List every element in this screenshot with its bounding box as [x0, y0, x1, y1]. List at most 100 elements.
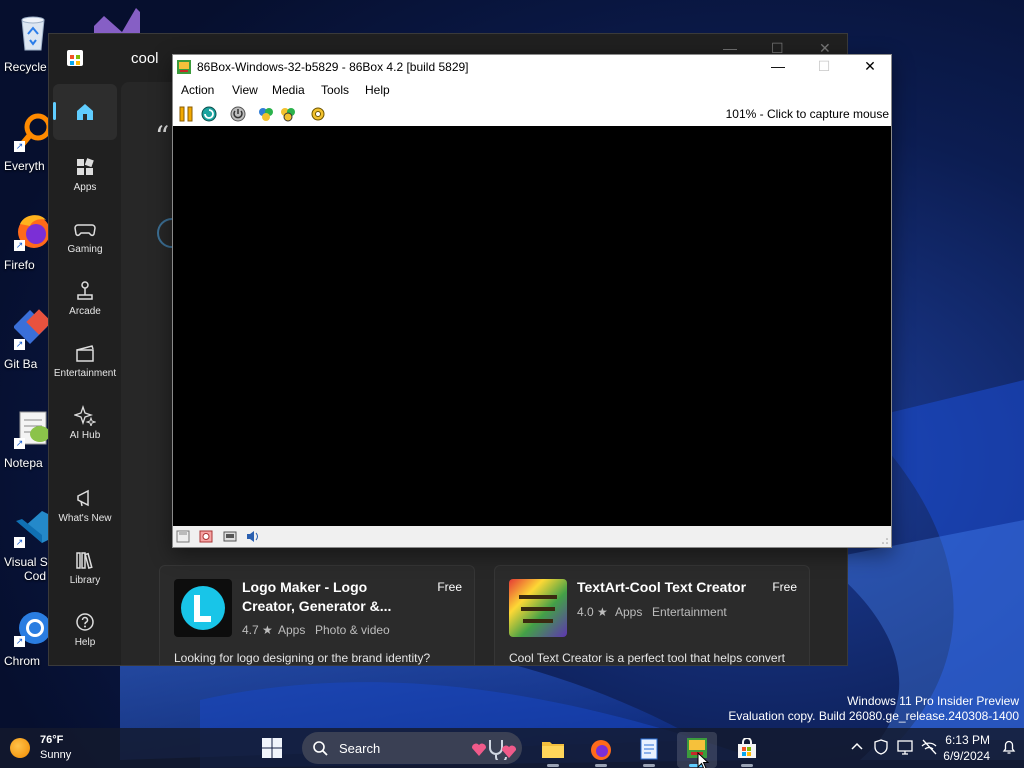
file-explorer-icon — [542, 742, 564, 758]
running-indicator — [741, 764, 753, 767]
store-search-input[interactable]: cool — [131, 50, 159, 67]
weather-condition[interactable]: Sunny — [40, 749, 71, 761]
nav-item-entertainment[interactable]: Entertainment — [53, 336, 117, 392]
ctrl-alt-esc-icon[interactable] — [279, 105, 297, 123]
reset-icon[interactable] — [200, 105, 218, 123]
network-off-icon[interactable] — [920, 738, 938, 756]
app-price[interactable]: Free — [772, 580, 797, 594]
app-subcategory: Photo & video — [315, 623, 390, 637]
sparkle-icon — [74, 404, 96, 426]
app-rating: 4.0 ★ — [577, 605, 608, 619]
close-button[interactable]: ✕ — [847, 55, 893, 79]
watermark-line2: Evaluation copy. Build 26080.ge_release.… — [728, 709, 1019, 723]
nav-item-gaming[interactable]: Gaming — [53, 212, 117, 268]
watermark-line1: Windows 11 Pro Insider Preview — [847, 694, 1019, 708]
menu-tools[interactable]: Tools — [321, 83, 349, 97]
sound-icon[interactable] — [246, 530, 260, 543]
app-name: TextArt-Cool Text Creator — [577, 579, 747, 595]
86box-titlebar[interactable]: 86Box-Windows-32-b5829 - 86Box 4.2 [buil… — [173, 55, 891, 79]
shortcut-arrow-icon: ↗ — [14, 339, 25, 350]
help-icon — [76, 613, 94, 631]
vpn-shield-icon[interactable] — [872, 738, 890, 756]
emulated-display[interactable] — [173, 126, 891, 526]
nav-item-whats-new[interactable]: What's New — [53, 481, 117, 537]
nav-label: What's New — [58, 513, 112, 524]
weather-temperature[interactable]: 76°F — [40, 734, 63, 746]
search-query-quote: “ — [155, 120, 170, 153]
weather-sun-icon[interactable] — [10, 738, 30, 758]
86box-app-icon — [177, 60, 191, 74]
app-subcategory: Entertainment — [652, 605, 727, 619]
cdrom-icon[interactable] — [199, 530, 213, 543]
nav-label: Arcade — [69, 306, 101, 317]
clock-time[interactable]: 6:13 PM — [945, 733, 990, 747]
nav-label: AI Hub — [69, 430, 101, 441]
recycle-bin-icon — [21, 16, 45, 51]
logo-maker-app-icon — [174, 579, 232, 637]
app-category: Apps — [615, 605, 643, 619]
chevron-up-icon[interactable] — [848, 738, 866, 756]
megaphone-icon — [77, 489, 89, 507]
taskbar-microsoft-store[interactable] — [727, 732, 767, 768]
app-card-logo-maker[interactable]: Logo Maker - Logo Creator, Generator &..… — [159, 565, 475, 665]
window-title: 86Box-Windows-32-b5829 - 86Box 4.2 [buil… — [197, 60, 469, 74]
shortcut-arrow-icon: ↗ — [14, 537, 25, 548]
power-icon[interactable] — [229, 105, 247, 123]
microsoft-store-logo-icon — [67, 50, 83, 66]
start-button[interactable] — [262, 738, 282, 758]
taskbar-firefox[interactable] — [581, 732, 621, 768]
shortcut-arrow-icon: ↗ — [14, 141, 25, 152]
menu-media[interactable]: Media — [272, 83, 305, 97]
nav-label: Library — [69, 575, 101, 586]
app-price[interactable]: Free — [437, 580, 462, 594]
network-icon[interactable] — [223, 530, 237, 543]
app-category: Apps — [278, 623, 306, 637]
apps-icon — [77, 158, 94, 175]
search-icon — [313, 741, 328, 756]
home-icon — [77, 104, 93, 120]
menu-action[interactable]: Action — [181, 83, 214, 97]
taskbar: 76°F Sunny Search 6:13 PM 6/9/2024 — [0, 728, 1024, 768]
menu-help[interactable]: Help — [365, 83, 390, 97]
86box-window: 86Box-Windows-32-b5829 - 86Box 4.2 [buil… — [172, 54, 892, 548]
capture-mouse-hint: 101% - Click to capture mouse — [725, 107, 889, 121]
display-icon[interactable] — [896, 738, 914, 756]
minimize-button[interactable]: — — [755, 55, 801, 79]
floppy-icon[interactable] — [176, 530, 190, 543]
library-icon — [76, 552, 93, 569]
taskbar-search[interactable]: Search — [302, 732, 522, 764]
nav-item-home[interactable] — [53, 84, 117, 140]
nav-item-library[interactable]: Library — [53, 543, 117, 599]
settings-icon[interactable] — [309, 105, 327, 123]
resize-grip-icon[interactable] — [881, 537, 889, 545]
visual-studio-icon[interactable] — [92, 6, 142, 34]
microsoft-store-icon — [738, 738, 756, 758]
taskbar-file-explorer[interactable] — [533, 732, 573, 768]
clock-date[interactable]: 6/9/2024 — [943, 749, 990, 763]
pause-icon[interactable] — [177, 105, 195, 123]
app-name: Logo Maker - Logo Creator, Generator &..… — [242, 579, 392, 614]
nav-item-apps[interactable]: Apps — [53, 150, 117, 206]
shortcut-arrow-icon: ↗ — [14, 438, 25, 449]
nav-item-help[interactable]: Help — [53, 605, 117, 661]
shortcut-arrow-icon: ↗ — [14, 240, 25, 251]
nav-label: Apps — [73, 182, 97, 193]
nav-label: Gaming — [67, 244, 103, 255]
running-indicator — [643, 764, 655, 767]
notepad-icon — [640, 738, 658, 760]
menu-view[interactable]: View — [232, 83, 258, 97]
textart-app-icon — [509, 579, 567, 637]
taskbar-notepad[interactable] — [629, 732, 669, 768]
nav-label: Help — [74, 637, 96, 648]
app-rating: 4.7 ★ — [242, 623, 273, 637]
ctrl-alt-del-icon[interactable] — [257, 105, 275, 123]
nav-label: Entertainment — [53, 368, 117, 379]
notification-bell-icon[interactable] — [1000, 738, 1018, 756]
nav-item-arcade[interactable]: Arcade — [53, 274, 117, 330]
running-indicator — [595, 764, 607, 767]
app-card-textart[interactable]: TextArt-Cool Text Creator Free 4.0 ★ App… — [494, 565, 810, 665]
86box-statusbar — [173, 526, 891, 547]
maximize-button: ☐ — [817, 58, 831, 74]
gamepad-icon — [74, 224, 96, 237]
nav-item-ai-hub[interactable]: AI Hub — [53, 398, 117, 454]
